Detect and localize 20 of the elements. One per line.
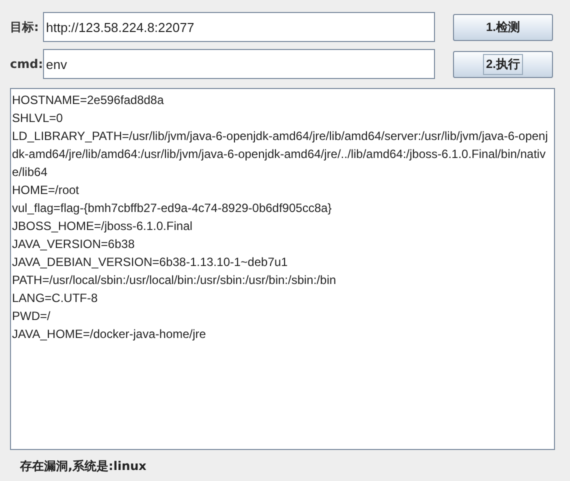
output-line: JAVA_HOME=/docker-java-home/jre: [12, 326, 207, 343]
target-field[interactable]: http://123.58.224.8:22077: [43, 12, 435, 42]
output-line: JBOSS_HOME=/jboss-6.1.0.Final: [12, 218, 194, 235]
output-line: LD_LIBRARY_PATH=/usr/lib/jvm/java-6-openjdk-amd64/jre/lib/amd64/server:/usr/lib/jvm/java-6-openjdk-amd64/jre/lib/amd64:/usr/lib/jvm/java-6-openjdk-amd64/jre/../lib/amd64:/jboss-6.1.0.Final/bin/native/lib64: [12, 128, 549, 181]
output-line: HOSTNAME=2e596fad8d8a: [12, 92, 165, 109]
output-line: JAVA_VERSION=6b38: [12, 236, 136, 253]
output-line: LANG=C.UTF-8: [12, 290, 99, 307]
output-line: HOME=/root: [12, 182, 80, 199]
output-line: PATH=/usr/local/sbin:/usr/local/bin:/usr/sbin:/usr/bin:/sbin:/bin: [12, 272, 338, 289]
cmd-label: cmd:: [10, 57, 43, 71]
output-line: SHLVL=0: [12, 110, 64, 127]
target-label: 目标:: [10, 18, 40, 36]
cmd-field[interactable]: env: [43, 49, 435, 79]
detect-button[interactable]: 1.检测: [453, 14, 553, 40]
output-line: JAVA_DEBIAN_VERSION=6b38-1.13.10-1~deb7u1: [12, 254, 289, 271]
execute-button[interactable]: 2.执行: [453, 50, 553, 78]
output-area[interactable]: [10, 88, 555, 450]
output-line: PWD=/: [12, 308, 52, 325]
status-text: 存在漏洞,系统是:linux: [20, 458, 148, 475]
output-line: vul_flag=flag-{bmh7cbffb27-ed9a-4c74-8929-0b6df905cc8a}: [12, 200, 333, 217]
